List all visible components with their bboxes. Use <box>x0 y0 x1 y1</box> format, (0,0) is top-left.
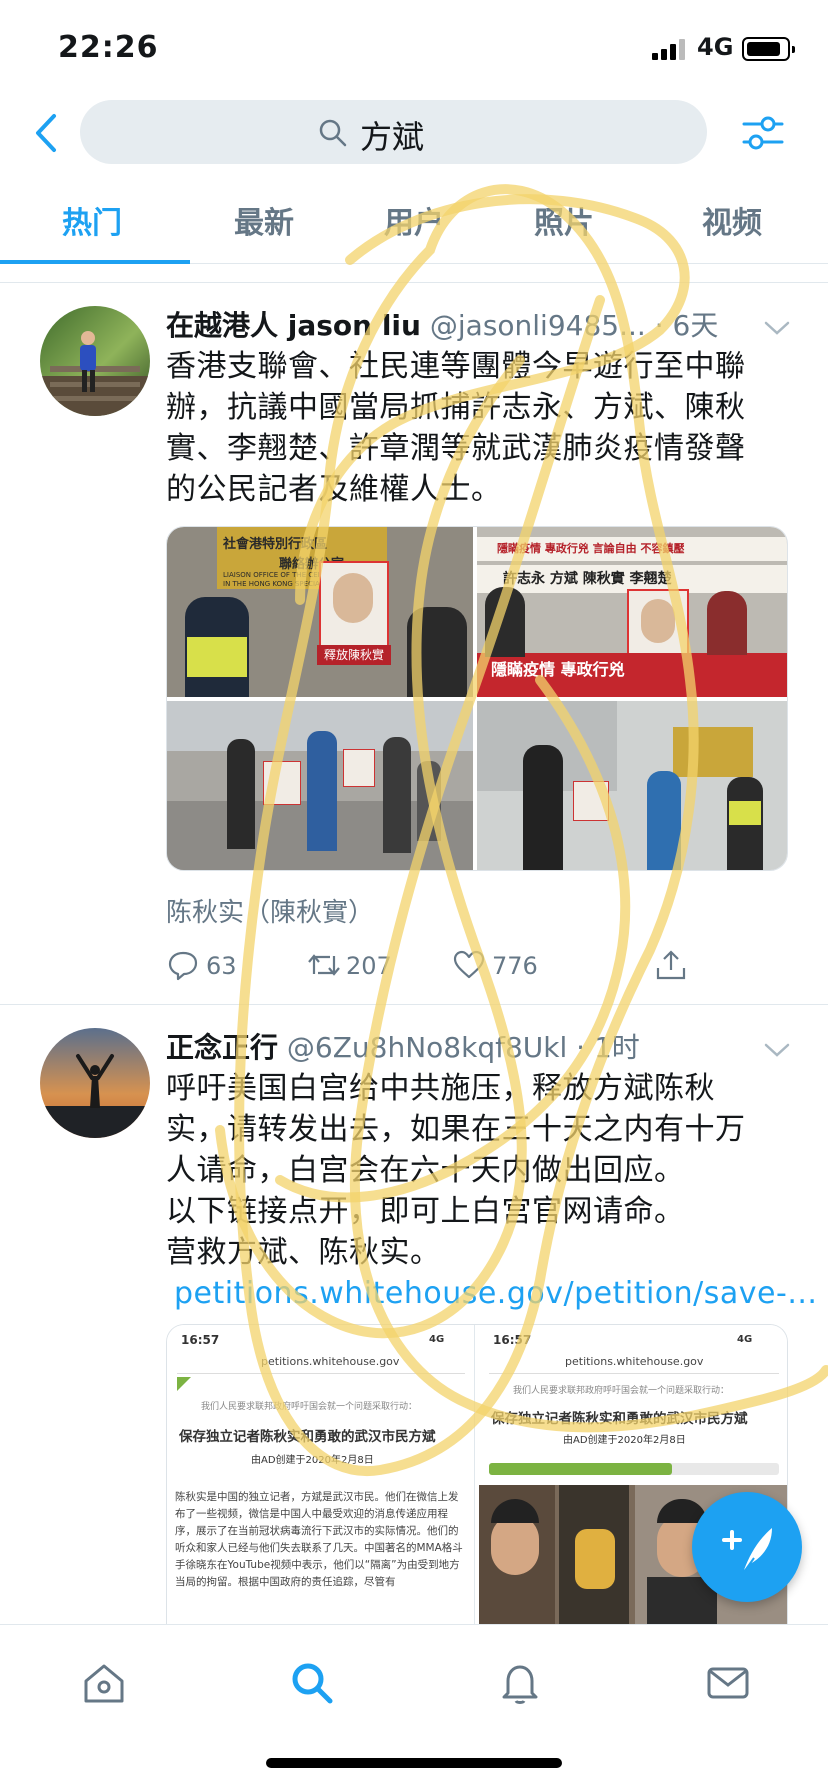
back-button[interactable] <box>28 108 68 158</box>
progress-fill <box>489 1463 672 1475</box>
placard-text: 釋放陳秋實 <box>317 645 391 665</box>
search-icon <box>319 119 347 147</box>
home-icon[interactable] <box>80 1659 128 1707</box>
screenshot-url: petitions.whitehouse.gov <box>261 1355 400 1368</box>
bell-icon[interactable] <box>496 1659 544 1707</box>
mail-icon[interactable] <box>704 1659 752 1707</box>
tab-photos[interactable]: 照片 <box>534 198 594 242</box>
search-query: 方斌 <box>360 118 425 156</box>
screenshot-created: 由AD创建于2020年2月8日 <box>251 1455 374 1466</box>
screenshot-time: 16:57 <box>181 1333 220 1347</box>
tweet-line: 实，请转发出去，如果在三十天之内有十万 <box>166 1112 746 1147</box>
tweet-line: 呼吁美国白宫给中共施压，释放方斌陈秋 <box>166 1071 715 1106</box>
status-time: 22:26 <box>58 30 159 65</box>
tweet-line: 實、李翹楚、許章潤等就武漢肺炎疫情發聲 <box>166 431 746 466</box>
tweet-text: 呼吁美国白宫给中共施压，释放方斌陈秋 实，请转发出去，如果在三十天之内有十万 人… <box>166 1068 817 1314</box>
home-indicator <box>266 1758 562 1768</box>
filter-button[interactable] <box>740 110 786 156</box>
protest-photo[interactable] <box>167 701 473 870</box>
timestamp: · 6天 <box>654 309 719 342</box>
network-type: 4G <box>697 33 734 61</box>
screenshot-ask: 我们人民要求联邦政府呼吁国会就一个问题采取行动： <box>201 1402 418 1412</box>
tweet-text: 香港支聯會、社民連等團體今早遊行至中聯 辦，抗議中國當局抓捕許志永、方斌、陳秋 … <box>166 346 794 510</box>
screenshot-network: 4G <box>737 1334 753 1345</box>
screenshot-title: 保存独立记者陈秋实和勇敢的武汉市民方斌 <box>179 1429 436 1445</box>
timestamp: · 1时 <box>576 1031 640 1064</box>
screenshot-time: 16:57 <box>493 1333 532 1347</box>
chevron-down-icon[interactable] <box>762 318 792 338</box>
protest-photo[interactable]: 社會港特別行政區 聯絡辦公室 LIAISON OFFICE OF THE CEN… <box>167 527 473 697</box>
tweet-line: 以下链接点开，即可上白宫官网请命。 <box>166 1194 685 1229</box>
display-name[interactable]: 在越港人 jason liu <box>166 309 421 342</box>
reply-count: 63 <box>206 952 237 980</box>
search-header: 方斌 <box>0 98 828 168</box>
banner-text: 隱瞞疫情 專政行兇 <box>477 653 787 697</box>
search-tab-icon[interactable] <box>288 1659 336 1707</box>
screenshot-url: petitions.whitehouse.gov <box>565 1355 704 1368</box>
handle[interactable]: @6Zu8hNo8kqf8Ukl <box>287 1031 567 1064</box>
tweet-header: 在越港人 jason liu @jasonli9485... · 6天 <box>166 304 786 344</box>
handle[interactable]: @jasonli9485... <box>430 309 646 342</box>
tab-people[interactable]: 用户 <box>384 198 444 242</box>
tweet-line: 人请命，白宫会在六十天内做出回应。 <box>166 1153 685 1188</box>
screenshot-ask: 我们人民要求联邦政府呼吁国会就一个问题采取行动： <box>513 1386 730 1396</box>
search-input[interactable]: 方斌 <box>80 100 707 164</box>
status-bar: 22:26 4G <box>0 0 828 92</box>
like-count: 776 <box>492 952 538 980</box>
screenshot-created: 由AD创建于2020年2月8日 <box>563 1435 686 1446</box>
signal-icon <box>652 38 688 60</box>
sign-text: 社會港特別行政區 <box>223 537 328 552</box>
battery-icon <box>742 37 795 61</box>
retweet-count: 207 <box>346 952 392 980</box>
screenshot-paragraph: 陈秋实是中国的独立记者，方斌是武汉市民。他们在微信上发布了一些视频，微信是中国人… <box>175 1491 463 1588</box>
tweet-line: 辦，抗議中國當局抓捕許志永、方斌、陳秋 <box>166 390 746 425</box>
divider <box>0 1004 828 1005</box>
tab-top[interactable]: 热门 <box>62 198 122 242</box>
heart-icon <box>453 950 485 979</box>
protest-photo[interactable] <box>477 701 787 870</box>
active-tab-indicator <box>0 260 190 264</box>
compose-tweet-button[interactable] <box>692 1492 802 1602</box>
petition-screenshot[interactable]: 16:57 4G petitions.whitehouse.gov 我们人民要求… <box>167 1325 475 1624</box>
search-tabs: 热门 最新 用户 照片 视频 <box>0 178 828 264</box>
retweet-icon <box>308 954 340 976</box>
avatar[interactable] <box>40 306 150 416</box>
signature-progress-bar <box>489 1463 779 1475</box>
avatar[interactable] <box>40 1028 150 1138</box>
tweet-header: 正念正行 @6Zu8hNo8kqf8Ukl · 1时 <box>166 1026 786 1066</box>
screenshot-network: 4G <box>429 1334 445 1345</box>
tweet-line: 营救方斌、陈秋实。 <box>166 1235 441 1270</box>
banner-text: 隱瞞疫情 專政行兇 言論自由 不容鎮壓 <box>477 537 787 561</box>
tweet-line: 香港支聯會、社民連等團體今早遊行至中聯 <box>166 349 746 384</box>
share-icon <box>656 950 686 980</box>
sliders-icon <box>742 116 784 150</box>
screenshot-title: 保存独立记者陈秋实和勇敢的武汉市民方斌 <box>491 1411 748 1427</box>
photo-grid: 社會港特別行政區 聯絡辦公室 LIAISON OFFICE OF THE CEN… <box>166 526 788 871</box>
chevron-down-icon[interactable] <box>762 1040 792 1060</box>
tab-videos[interactable]: 视频 <box>702 198 762 242</box>
compose-feather-icon <box>722 1528 772 1573</box>
tweet-line: 的公民記者及維權人士。 <box>166 472 502 507</box>
tab-latest[interactable]: 最新 <box>234 198 294 242</box>
display-name[interactable]: 正念正行 <box>166 1031 278 1064</box>
chevron-left-icon <box>36 114 56 152</box>
media-tag[interactable]: 陈秋实（陳秋實） <box>166 892 374 929</box>
divider <box>0 282 828 283</box>
reply-icon <box>168 951 198 981</box>
protest-photo[interactable]: 隱瞞疫情 專政行兇 言論自由 不容鎮壓 許志永 方斌 陳秋實 李翹楚 隱瞞疫情 … <box>477 527 787 697</box>
tweet-actions: 63 207 776 <box>166 946 726 986</box>
petition-link[interactable]: petitions.whitehouse.gov/petition/save-.… <box>166 1273 817 1314</box>
